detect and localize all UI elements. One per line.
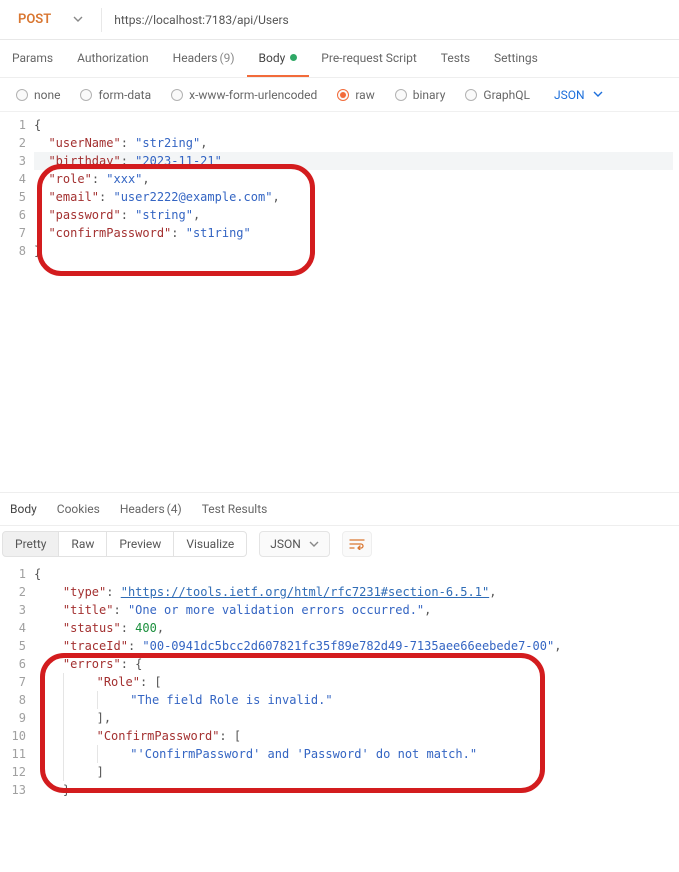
val-traceId: "00-0941dc5bcc2d607821fc35f89e782d49-713… [142,639,554,653]
key-birthday: "birthday" [48,154,120,168]
radio-label: raw [355,88,374,102]
key-traceId: "traceId" [63,639,128,653]
url-input[interactable]: https://localhost:7183/api/Users [108,13,671,27]
code-area[interactable]: { "userName": "str2ing", "birthday": "20… [34,116,679,260]
key-type: "type" [63,585,106,599]
chevron-down-icon [593,89,603,100]
tab-label: Body [10,502,37,516]
radio-xwww[interactable]: x-www-form-urlencoded [161,88,327,102]
val-password: "string" [135,208,193,222]
resp-tab-headers[interactable]: Headers (4) [110,493,192,525]
request-tabs: Params Authorization Headers (9) Body Pr… [0,40,679,78]
radio-raw[interactable]: raw [327,88,384,102]
key-password: "password" [48,208,120,222]
val-type[interactable]: "https://tools.ietf.org/html/rfc7231#sec… [121,585,489,599]
editor-spacer [0,260,679,492]
response-tabs: Body Cookies Headers (4) Test Results [0,492,679,526]
key-ConfirmPassword: "ConfirmPassword" [97,729,220,743]
val-birthday: "2023-11-21" [135,154,222,168]
tab-count: (9) [220,51,235,65]
tab-label: Params [12,51,53,65]
select-label: JSON [554,88,585,102]
body-type-row: none form-data x-www-form-urlencoded raw… [0,78,679,112]
key-title: "title" [63,603,114,617]
chevron-down-icon [309,541,319,547]
tab-settings[interactable]: Settings [482,40,550,77]
radio-label: form-data [98,88,151,102]
label: Raw [71,537,94,551]
key-email: "email" [48,190,99,204]
tab-authorization[interactable]: Authorization [65,40,161,77]
val-confirmpw-error: "'ConfirmPassword' and 'Password' do not… [130,747,477,761]
key-role: "role" [48,172,91,186]
line-gutter: 12345678910111213 [0,565,34,799]
view-preview[interactable]: Preview [106,531,174,557]
val-status: 400 [135,621,157,635]
val-title: "One or more validation errors occurred.… [128,603,424,617]
response-view-row: Pretty Raw Preview Visualize JSON [0,526,679,562]
response-body-editor[interactable]: 12345678910111213 { "type": "https://too… [0,562,679,799]
tab-prerequest[interactable]: Pre-request Script [309,40,428,77]
brace: { [34,118,41,132]
tab-label: Headers [173,51,218,65]
request-body-editor[interactable]: 12345678 { "userName": "str2ing", "birth… [0,112,679,260]
val-role: "xxx" [106,172,142,186]
tab-label: Headers [120,502,165,516]
request-line: POST https://localhost:7183/api/Users [0,0,679,40]
label: JSON [270,537,301,551]
tab-label: Tests [441,51,470,65]
tab-label: Pre-request Script [321,51,416,65]
resp-tab-body[interactable]: Body [0,493,47,525]
radio-label: GraphQL [483,88,530,102]
label: Pretty [15,537,46,551]
key-userName: "userName" [48,136,120,150]
vertical-divider [101,8,102,32]
radio-form-data[interactable]: form-data [70,88,161,102]
line-gutter: 12345678 [0,116,34,260]
modified-dot-icon [290,54,297,61]
val-confirmPassword: "st1ring" [186,226,251,240]
tab-body[interactable]: Body [247,40,310,77]
tab-label: Cookies [57,502,100,516]
tab-count: (4) [167,502,182,516]
tab-label: Body [259,51,286,65]
tab-params[interactable]: Params [0,40,65,77]
radio-label: binary [413,88,446,102]
label: Visualize [186,537,234,551]
radio-graphql[interactable]: GraphQL [455,88,540,102]
val-role-error: "The field Role is invalid." [130,693,332,707]
key-confirmPassword: "confirmPassword" [48,226,171,240]
raw-format-select[interactable]: JSON [546,88,611,102]
brace-close: } [34,244,41,258]
tab-label: Settings [494,51,538,65]
label: Preview [119,537,161,551]
tab-label: Test Results [202,502,268,516]
key-status: "status" [63,621,121,635]
method-dropdown[interactable] [61,14,95,25]
val-email: "user2222@example.com" [113,190,272,204]
chevron-down-icon [73,16,83,22]
radio-none[interactable]: none [6,88,70,102]
radio-label: x-www-form-urlencoded [189,88,317,102]
tab-headers[interactable]: Headers (9) [161,40,247,77]
tab-label: Authorization [77,51,149,65]
http-method[interactable]: POST [8,12,61,27]
tab-tests[interactable]: Tests [429,40,482,77]
wrap-lines-button[interactable] [342,531,372,557]
brace: { [34,567,41,581]
key-errors: "errors" [63,657,121,671]
key-Role: "Role" [97,675,140,689]
code-area[interactable]: { "type": "https://tools.ietf.org/html/r… [34,565,679,799]
resp-tab-tests[interactable]: Test Results [192,493,278,525]
val-userName: "str2ing" [135,136,200,150]
view-pretty[interactable]: Pretty [2,531,59,557]
resp-tab-cookies[interactable]: Cookies [47,493,110,525]
radio-label: none [34,88,60,102]
wrap-icon [349,538,365,550]
view-raw[interactable]: Raw [58,531,107,557]
view-visualize[interactable]: Visualize [173,531,247,557]
radio-binary[interactable]: binary [385,88,456,102]
response-format-select[interactable]: JSON [259,531,330,557]
